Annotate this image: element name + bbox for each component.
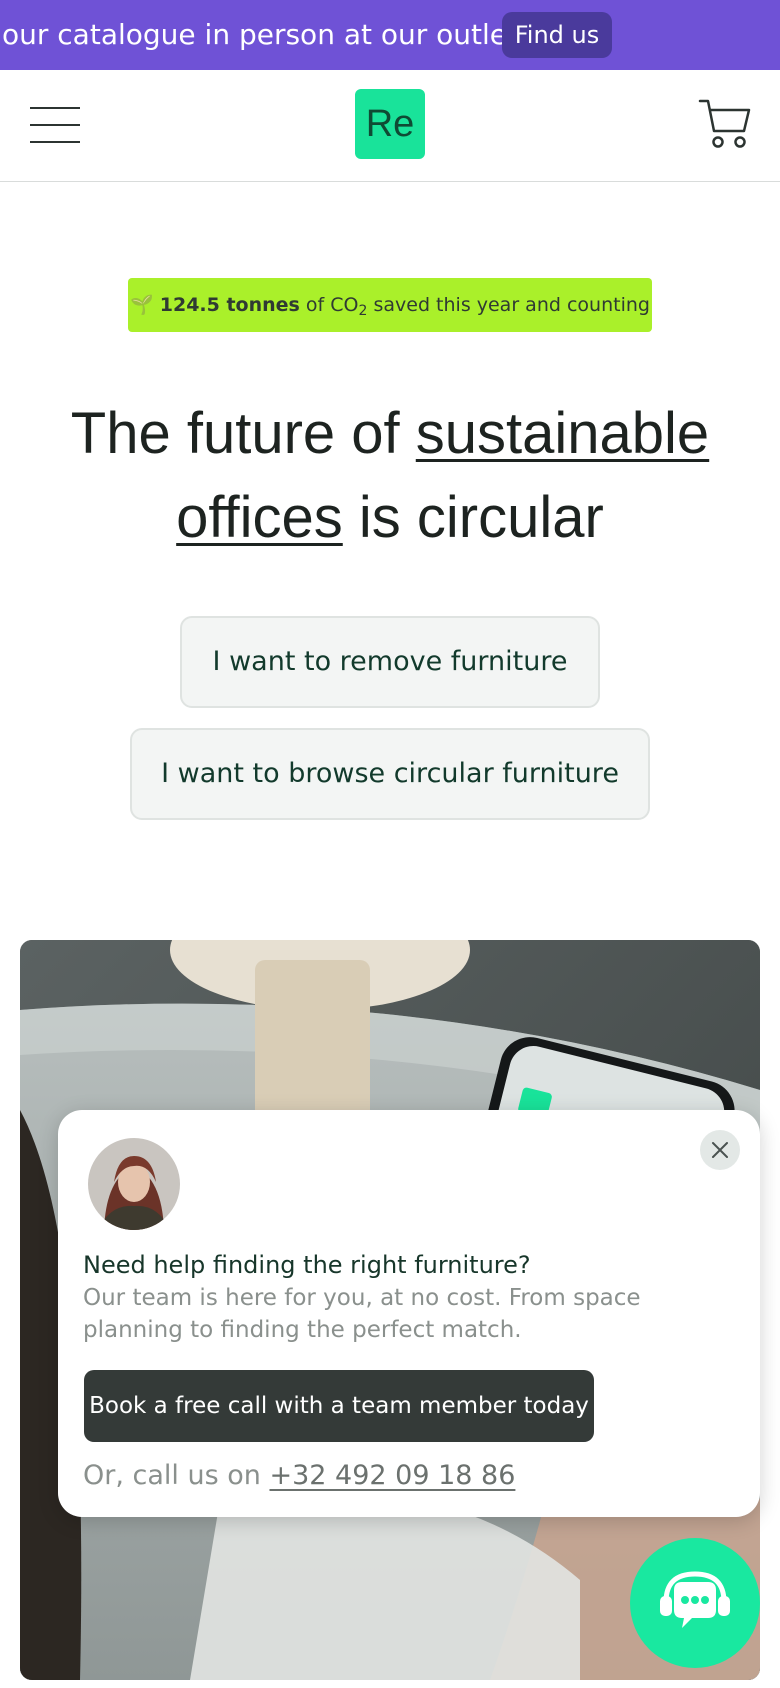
- popup-title: Need help finding the right furniture?: [83, 1251, 531, 1279]
- page-title: The future of sustainable offices is cir…: [30, 392, 750, 560]
- co2-suffix: saved this year and counting: [373, 294, 650, 316]
- chat-support-icon[interactable]: [630, 1538, 760, 1668]
- announcement-bar: our catalogue in person at our outlet! F…: [0, 0, 780, 70]
- logo[interactable]: Re: [355, 89, 425, 159]
- site-header: Re: [0, 70, 780, 182]
- avatar: [88, 1138, 180, 1230]
- co2-saved-badge: 🌱 124.5 tonnes of CO2 saved this year an…: [128, 278, 652, 332]
- title-part-1: The future of: [70, 401, 400, 466]
- popup-description: Our team is here for you, at no cost. Fr…: [83, 1285, 641, 1343]
- title-part-2: is circular: [358, 485, 604, 550]
- browse-furniture-button[interactable]: I want to browse circular furniture: [130, 728, 650, 820]
- call-prefix: Or, call us on: [83, 1460, 261, 1491]
- co2-subscript: 2: [358, 303, 368, 319]
- co2-amount: 124.5 tonnes: [159, 294, 300, 316]
- help-popup: Need help finding the right furniture? O…: [58, 1110, 760, 1517]
- call-line: Or, call us on +32 492 09 18 86: [83, 1456, 515, 1496]
- remove-furniture-button[interactable]: I want to remove furniture: [180, 616, 600, 708]
- phone-link[interactable]: +32 492 09 18 86: [269, 1460, 515, 1491]
- co2-label: of CO: [305, 294, 359, 316]
- book-call-button[interactable]: Book a free call with a team member toda…: [84, 1370, 594, 1442]
- close-icon[interactable]: [700, 1130, 740, 1170]
- seedling-icon: 🌱: [130, 294, 154, 316]
- find-us-button[interactable]: Find us: [502, 12, 612, 58]
- announcement-text: our catalogue in person at our outlet!: [2, 18, 530, 51]
- shopping-cart-icon[interactable]: [698, 98, 752, 150]
- hamburger-menu-icon[interactable]: [30, 107, 80, 143]
